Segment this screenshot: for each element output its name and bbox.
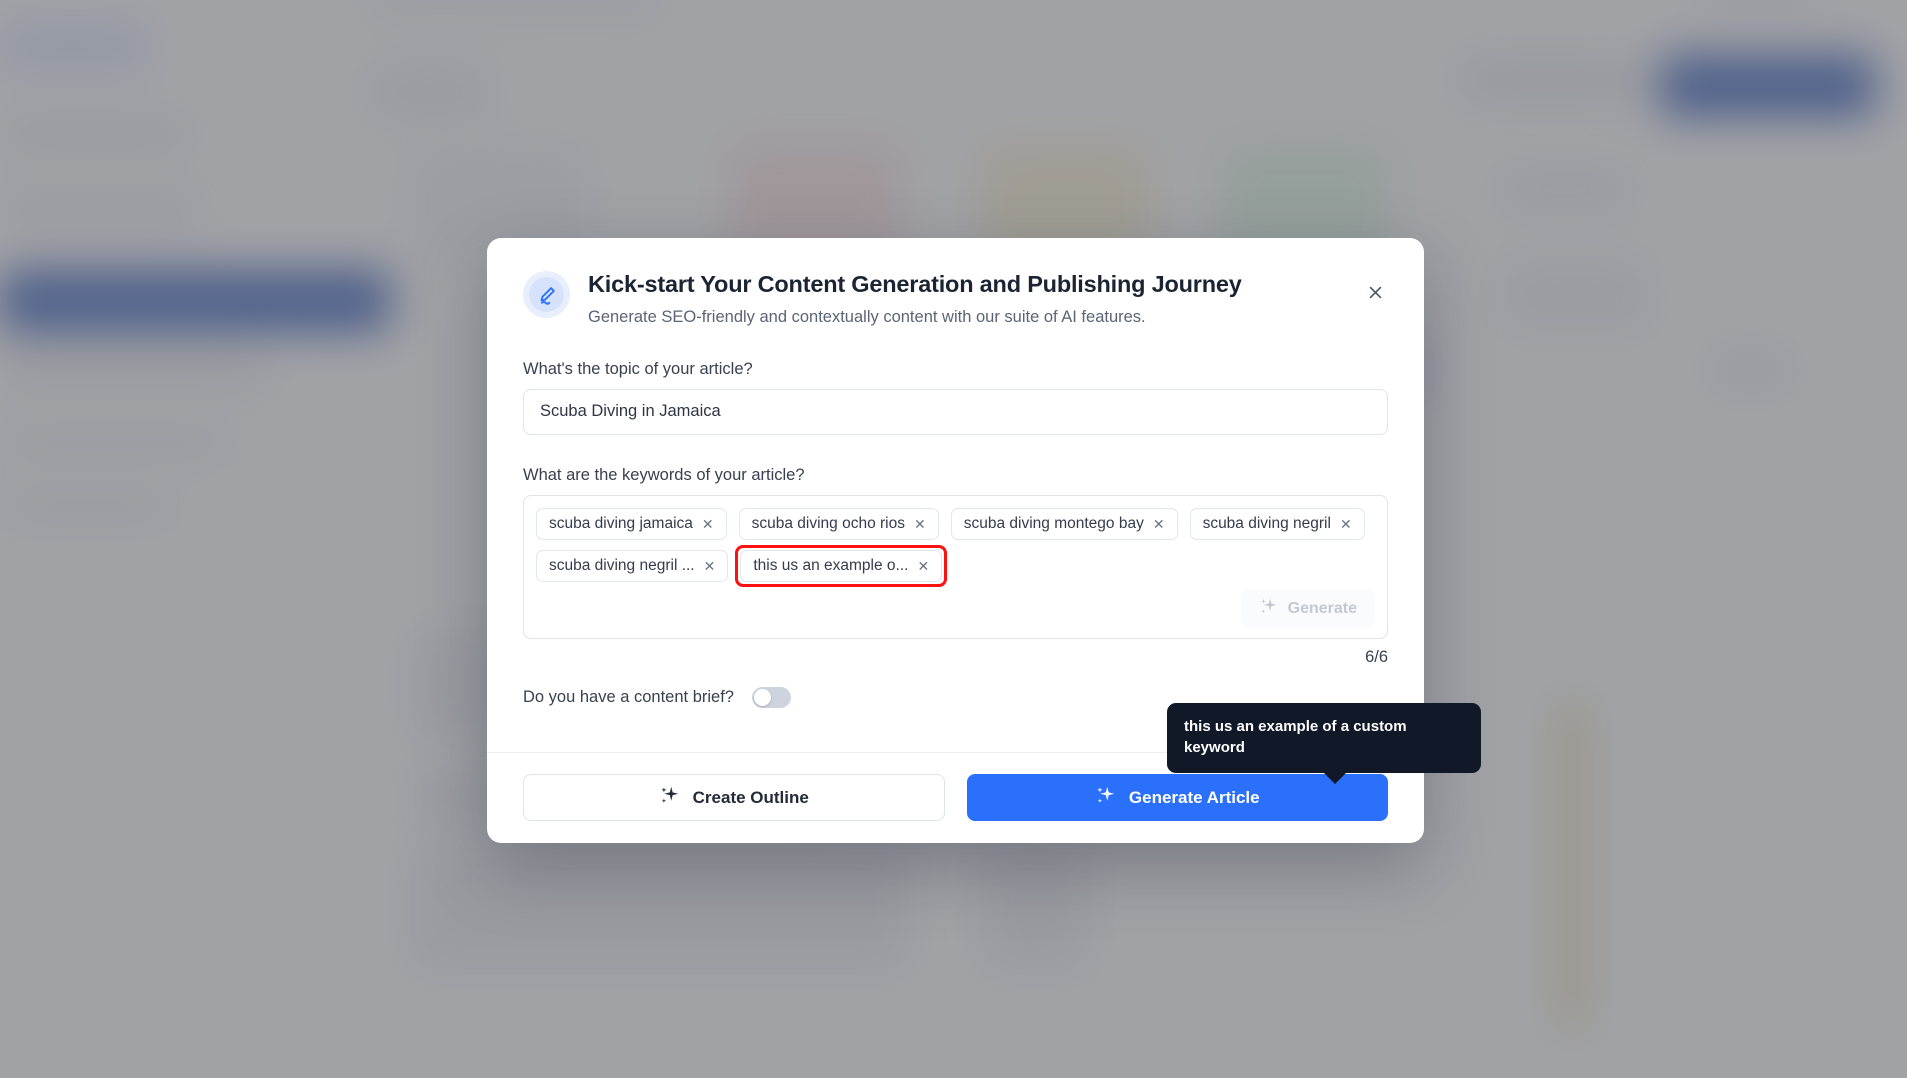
modal-header-text: Kick-start Your Content Generation and P… [588,269,1388,329]
close-icon[interactable]: ✕ [702,517,714,531]
close-icon[interactable]: ✕ [914,517,926,531]
page-title: Kick-start Your Content Generation and P… [588,271,1242,297]
keyword-chip: scuba diving negril ... ✕ [536,549,729,582]
keyword-chip-label: scuba diving montego bay [963,514,1144,532]
keyword-chip-highlighted: this us an example o... ✕ [735,544,948,587]
keyword-chip-list: scuba diving jamaica ✕ scuba diving ocho r… [536,507,1375,587]
keyword-chip-body[interactable]: this us an example o... ✕ [740,549,943,582]
close-icon[interactable]: ✕ [704,559,716,573]
keywords-label: What are the keywords of your article? [523,465,805,484]
keyword-chip-label: scuba diving negril ... [549,556,695,574]
close-icon[interactable] [1358,275,1392,309]
inline-generate-row: Generate [536,582,1375,628]
keyword-chip-label: scuba diving jamaica [549,514,693,532]
create-outline-button[interactable]: Create Outline [523,774,945,821]
create-outline-label: Create Outline [692,787,809,807]
keyword-chip: scuba diving jamaica ✕ [536,507,727,540]
generate-keywords-button[interactable]: Generate [1240,589,1375,628]
keyword-chip-body[interactable]: scuba diving jamaica ✕ [536,507,727,540]
generate-article-label: Generate Article [1128,787,1260,807]
keyword-counter: 6/6 [1365,647,1388,666]
tooltip-arrow [1323,772,1347,784]
keyword-chip: scuba diving negril ✕ [1189,507,1365,540]
keyword-chip-body[interactable]: scuba diving negril ... ✕ [536,549,729,582]
sparkle-icon [1095,785,1116,811]
close-icon[interactable]: ✕ [1340,517,1352,531]
keyword-tooltip: this us an example of a custom keyword [1167,703,1481,784]
keyword-chip-body[interactable]: scuba diving negril ✕ [1189,507,1365,540]
keyword-chip: scuba diving ocho rios ✕ [738,507,939,540]
generate-keywords-label: Generate [1287,599,1357,617]
keyword-tooltip-text: this us an example of a custom keyword [1184,718,1407,756]
pen-write-icon [523,271,570,318]
sparkle-icon [659,785,680,811]
keyword-chip-label: scuba diving ocho rios [751,514,905,532]
modal-header: Kick-start Your Content Generation and P… [523,269,1388,329]
modal-body: Kick-start Your Content Generation and P… [487,238,1481,784]
keyword-chip-label: this us an example o... [753,556,909,574]
sparkle-icon [1259,597,1278,621]
content-brief-toggle[interactable] [751,686,791,708]
keyword-chip-label: scuba diving negril [1202,514,1331,532]
content-generation-modal: Kick-start Your Content Generation and P… [487,238,1481,843]
modal-subtitle: Generate SEO-friendly and contextually c… [588,308,1146,327]
keyword-chip-body[interactable]: scuba diving montego bay ✕ [950,507,1178,540]
toggle-knob [753,688,771,706]
close-icon[interactable]: ✕ [917,559,929,573]
keyword-chip-body[interactable]: scuba diving ocho rios ✕ [738,507,939,540]
keyword-chip: scuba diving montego bay ✕ [950,507,1178,540]
keywords-input-box[interactable]: scuba diving jamaica ✕ scuba diving ocho r… [523,494,1388,639]
close-icon[interactable]: ✕ [1153,517,1165,531]
topic-input[interactable] [523,388,1388,435]
topic-label: What's the topic of your article? [523,359,753,378]
content-brief-label: Do you have a content brief? [523,687,734,706]
